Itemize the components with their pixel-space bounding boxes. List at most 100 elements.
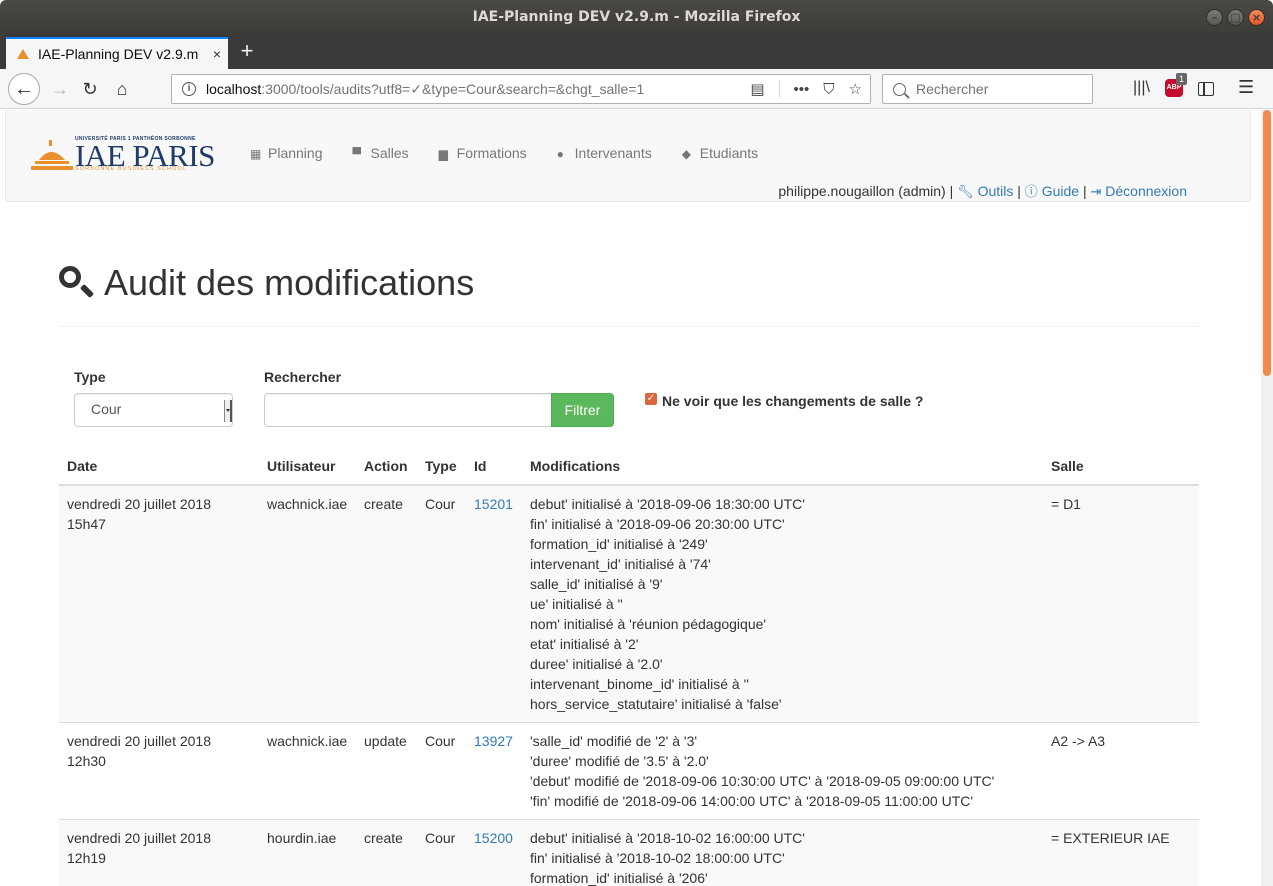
navigation-toolbar: ← → ↻ ⌂ i localhost:3000/tools/audits?ut… [0,69,1273,109]
room-change-checkbox-label[interactable]: Ne voir que les changements de salle ? [662,393,923,409]
cell-user: hourdin.iae [259,819,356,886]
record-id-link[interactable]: 15200 [474,830,513,846]
type-select[interactable]: Cour [74,393,233,427]
classroom-icon: ▀ [352,147,362,161]
menu-item-salles[interactable]: ▀ Salles [353,145,409,161]
type-select-value: Cour [91,401,122,417]
page-viewport: UNIVERSITÉ PARIS 1 PANTHÉON SORBONNE IAE… [0,110,1273,886]
cell-id: 15201 [466,484,522,723]
wrench-icon: 🔧︎ [957,184,974,199]
reload-button[interactable]: ↻ [74,73,106,105]
cell-type: Cour [417,484,466,723]
chevron-down-icon [224,400,232,422]
info-circle-icon: ⓘ [1024,184,1038,199]
window-title: IAE-Planning DEV v2.9.m - Mozilla Firefo… [472,9,801,25]
col-action[interactable]: Action [356,448,417,486]
briefcase-icon: ▆ [438,147,448,161]
pantheon-dome-icon [31,140,73,170]
iae-paris-logo[interactable]: UNIVERSITÉ PARIS 1 PANTHÉON SORBONNE IAE… [31,136,215,176]
logout-link[interactable]: ⇥ Déconnexion [1090,183,1187,199]
maximize-icon[interactable]: □ [1227,9,1244,26]
pocket-icon[interactable]: ⛉ [823,81,834,98]
minimize-icon[interactable]: – [1206,9,1223,26]
cell-type: Cour [417,722,466,820]
col-salle[interactable]: Salle [1043,448,1199,486]
col-modifications[interactable]: Modifications [522,448,1043,486]
audit-table: Date Utilisateur Action Type Id Modifica… [59,448,1199,886]
sign-out-icon: ⇥ [1090,184,1102,199]
reader-view-icon[interactable]: ▤ [750,80,764,98]
search-input[interactable] [264,393,552,427]
current-user: philippe.nougaillon (admin) [778,183,946,199]
back-button[interactable]: ← [8,73,40,105]
cell-modifications: 'salle_id' modifié de '2' à '3''duree' m… [522,722,1043,820]
record-id-link[interactable]: 13927 [474,733,513,749]
page-actions-icon[interactable]: ••• [794,81,810,98]
page-scrollbar[interactable] [1261,110,1273,886]
cell-modifications: debut' initialisé à '2018-10-02 16:00:00… [522,819,1043,886]
logo-subtitle: SORBONNE BUSINESS SCHOOL [75,166,187,172]
close-window-icon[interactable]: × [1248,9,1265,26]
table-row: vendredi 20 juillet 2018 15h47 wachnick.i… [59,484,1199,723]
cell-user: wachnick.iae [259,722,356,820]
tab-title: IAE-Planning DEV v2.9.m [38,46,199,62]
site-info-icon[interactable]: i [182,82,196,96]
cell-date: vendredi 20 juillet 2018 12h19 [59,819,259,886]
user-bar: philippe.nougaillon (admin) | 🔧︎ Outils … [778,183,1187,199]
scrollbar-thumb[interactable] [1263,110,1271,376]
cell-id: 13927 [466,722,522,820]
guide-link[interactable]: ⓘ Guide [1025,183,1079,199]
col-type[interactable]: Type [417,448,466,486]
page-title: Audit des modifications [59,262,474,304]
menu-item-planning[interactable]: ▦ Planning [250,145,323,161]
cell-salle: A2 -> A3 [1043,722,1199,820]
graduation-cap-icon: ◆ [681,147,691,161]
room-change-checkbox[interactable]: ✓ [645,393,657,405]
table-row: vendredi 20 juillet 2018 12h19 hourdin.ia… [59,819,1199,886]
tab-close-icon[interactable]: × [206,46,228,62]
new-tab-button[interactable]: + [234,37,260,67]
library-icon[interactable]: |||\ [1133,79,1150,99]
col-date[interactable]: Date [59,448,259,486]
search-label: Rechercher [264,369,342,385]
menu-item-etudiants[interactable]: ◆ Etudiants [682,145,758,161]
cell-action: update [356,722,417,820]
url-bar[interactable]: i localhost:3000/tools/audits?utf8=✓&typ… [171,74,871,104]
search-placeholder: Rechercher [916,81,989,97]
cell-id: 15200 [466,819,522,886]
cell-type: Cour [417,819,466,886]
col-id[interactable]: Id [466,448,522,486]
search-icon [59,266,93,300]
bookmark-star-icon[interactable]: ☆ [849,80,862,98]
tab-strip: IAE-Planning DEV v2.9.m × + [0,35,1273,69]
main-menu: ▦ Planning ▀ Salles ▆ Formations ● Intervena… [250,145,758,161]
cell-salle: = EXTERIEUR IAE [1043,819,1199,886]
cell-modifications: debut' initialisé à '2018-09-06 18:30:00… [522,484,1043,723]
menu-item-intervenants[interactable]: ● Intervenants [557,145,652,161]
cell-action: create [356,819,417,886]
col-user[interactable]: Utilisateur [259,448,356,486]
filter-button[interactable]: Filtrer [551,393,614,427]
home-button[interactable]: ⌂ [106,73,138,105]
title-divider [59,326,1199,327]
cell-date: vendredi 20 juillet 2018 15h47 [59,484,259,723]
table-header-row: Date Utilisateur Action Type Id Modifica… [59,448,1199,486]
search-bar[interactable]: Rechercher [882,74,1093,104]
cell-action: create [356,484,417,723]
record-id-link[interactable]: 15201 [474,496,513,512]
calendar-icon: ▦ [250,147,262,161]
window-controls: – □ × [1206,9,1265,26]
outils-link[interactable]: 🔧︎ Outils [957,183,1013,199]
type-label: Type [74,369,106,385]
window-titlebar: IAE-Planning DEV v2.9.m - Mozilla Firefo… [0,0,1273,35]
hamburger-menu-icon[interactable]: ☰ [1238,77,1254,97]
forward-button[interactable]: → [44,73,76,105]
user-icon: ● [556,147,564,161]
table-row: vendredi 20 juillet 2018 12h30 wachnick.i… [59,722,1199,820]
cell-salle: = D1 [1043,484,1199,723]
url-text[interactable]: localhost:3000/tools/audits?utf8=✓&type=… [206,81,750,98]
browser-tab[interactable]: IAE-Planning DEV v2.9.m × [6,37,228,69]
cell-user: wachnick.iae [259,484,356,723]
menu-item-formations[interactable]: ▆ Formations [439,145,527,161]
sidebar-toggle-icon[interactable] [1198,82,1214,96]
